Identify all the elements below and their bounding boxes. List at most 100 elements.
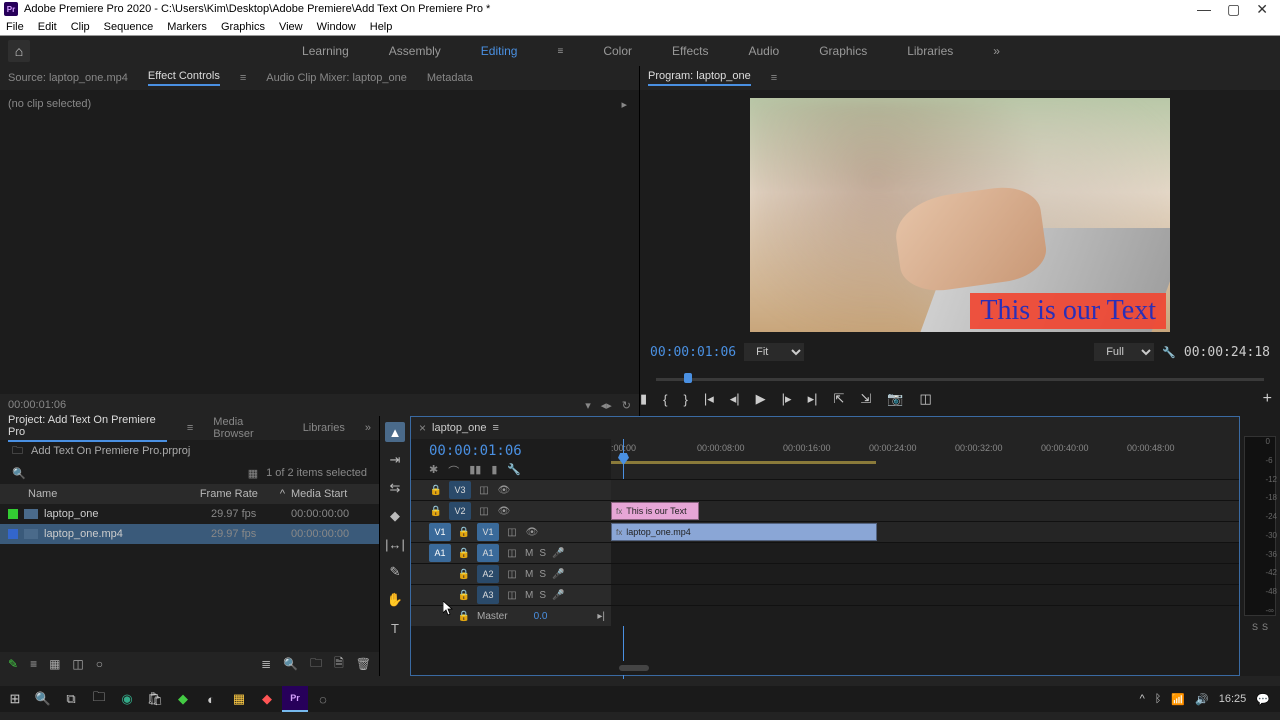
menu-sequence[interactable]: Sequence [104,21,154,33]
project-item[interactable]: laptop_one.mp4 29.97 fps 00:00:00:00 [0,524,379,544]
lock-icon[interactable]: 🔒 [429,485,443,496]
sync-lock-icon[interactable]: ◫ [505,569,519,580]
source-patch[interactable]: V1 [429,523,451,541]
edge-icon[interactable]: ◉ [114,686,140,712]
track-a1[interactable]: A1🔒A1◫MS🎤 [411,542,1239,563]
program-timecode-current[interactable]: 00:00:01:06 [650,345,736,360]
snap-icon[interactable]: ✱ [429,463,438,479]
voiceover-icon[interactable]: 🎤 [552,590,564,601]
app-icon[interactable]: ◌ [310,686,336,712]
lock-icon[interactable]: 🔒 [457,611,471,622]
menu-window[interactable]: Window [317,21,356,33]
panel-menu-icon[interactable]: ≡ [771,72,777,84]
marker-icon[interactable]: ▮▮ [469,463,481,479]
sync-lock-icon[interactable]: ◫ [477,506,491,517]
explorer-icon[interactable]: 🗀 [86,686,112,712]
ripple-tool[interactable]: ⇆ [385,478,405,498]
loop-icon[interactable]: ↻ [622,399,631,412]
app-icon[interactable]: ▦ [226,686,252,712]
toggle-output-icon[interactable]: 👁 [497,485,511,496]
panel-menu-icon[interactable]: ≡ [240,72,246,84]
track-v3[interactable]: 🔒 V3 ◫ 👁 [411,479,1239,500]
workspace-menu-icon[interactable]: ≡ [557,46,563,57]
workspace-editing[interactable]: Editing [481,44,518,58]
razor-tool[interactable]: ◆ [385,506,405,526]
tray-notifications-icon[interactable]: 💬 [1256,693,1270,706]
find-icon[interactable]: 🔍 [283,657,298,671]
brave-icon[interactable]: ◆ [254,686,280,712]
tab-audio-mixer[interactable]: Audio Clip Mixer: laptop_one [266,72,407,84]
in-point-icon[interactable]: { [663,392,667,407]
go-to-out-icon[interactable]: ▸| [808,391,818,407]
type-tool[interactable]: T [385,618,405,638]
bin-view-icon[interactable]: ▦ [248,467,258,480]
workspace-learning[interactable]: Learning [302,44,349,58]
extract-icon[interactable]: ⇲ [860,391,871,407]
solo-button[interactable]: S [539,569,546,580]
close-button[interactable]: ✕ [1256,1,1268,18]
menu-clip[interactable]: Clip [71,21,90,33]
filter-icon[interactable]: ▾ [585,399,591,412]
selection-tool[interactable]: ▲ [385,422,405,442]
store-icon[interactable]: 🛍 [142,686,168,712]
toggle-output-icon[interactable]: 👁 [525,527,539,538]
sync-lock-icon[interactable]: ◫ [477,485,491,496]
menu-edit[interactable]: Edit [38,21,57,33]
search-icon[interactable]: 🔍 [12,467,26,480]
zoom-fit-select[interactable]: Fit [744,343,804,361]
linked-selection-icon[interactable]: ⌒ [448,463,459,479]
col-name[interactable]: Name [8,488,200,500]
sync-lock-icon[interactable]: ◫ [505,548,519,559]
minimize-button[interactable]: — [1197,1,1211,18]
play-button[interactable]: ▶ [756,391,766,407]
track-target[interactable]: A1 [477,544,499,562]
tray-wifi-icon[interactable]: 📶 [1171,693,1185,706]
marker-icon[interactable]: ▮ [640,391,647,407]
track-target[interactable]: V3 [449,481,471,499]
track-v2[interactable]: 🔒V2◫👁 fxThis is our Text [411,500,1239,521]
workspace-audio[interactable]: Audio [748,44,779,58]
track-a3[interactable]: 🔒A3◫MS🎤 [411,584,1239,605]
premiere-taskbar-icon[interactable]: Pr [282,686,308,712]
tray-volume-icon[interactable]: 🔊 [1195,693,1209,706]
col-media-start[interactable]: Media Start [291,488,371,500]
hand-tool[interactable]: ✋ [385,590,405,610]
solo-button[interactable]: S [539,590,546,601]
workspace-graphics[interactable]: Graphics [819,44,867,58]
program-scrub-bar[interactable] [640,372,1280,386]
tab-media-browser[interactable]: Media Browser [213,416,282,440]
home-button[interactable]: ⌂ [8,40,30,62]
tab-program[interactable]: Program: laptop_one [648,70,751,86]
freeform-view-icon[interactable]: ◫ [72,657,83,671]
track-master[interactable]: 🔒Master0.0▸| [411,605,1239,626]
settings-icon[interactable]: 🔧 [1162,346,1176,359]
track-target[interactable]: V2 [449,502,471,520]
tray-chevron-icon[interactable]: ^ [1140,693,1145,705]
sync-lock-icon[interactable]: ◫ [505,590,519,601]
close-sequence-icon[interactable]: × [419,421,426,435]
track-target[interactable]: A2 [477,565,499,583]
mute-button[interactable]: M [525,590,533,601]
workspace-overflow-icon[interactable]: » [993,44,1000,58]
workspace-color[interactable]: Color [603,44,632,58]
search-button[interactable]: 🔍 [30,686,56,712]
app-icon[interactable]: ◆ [170,686,196,712]
go-to-in-icon[interactable]: |◂ [704,391,714,407]
zoom-slider[interactable]: ○ [96,657,103,671]
track-v1[interactable]: V1🔒V1◫👁 fxlaptop_one.mp4 [411,521,1239,542]
timeline-clip-text[interactable]: fxThis is our Text [611,502,699,520]
menu-file[interactable]: File [6,21,24,33]
solo-button[interactable]: S [539,548,546,559]
lock-icon[interactable]: 🔒 [457,527,471,538]
pen-tool[interactable]: ✎ [385,562,405,582]
panel-overflow-icon[interactable]: » [365,422,371,434]
task-view-button[interactable]: ⧉ [58,686,84,712]
play-only-icon[interactable]: ▸ [621,98,627,111]
menu-graphics[interactable]: Graphics [221,21,265,33]
label-swatch[interactable] [8,509,18,519]
comparison-icon[interactable]: ◫ [919,391,931,407]
maximize-button[interactable]: ▢ [1227,1,1240,18]
source-timecode[interactable]: 00:00:01:06 [8,399,585,411]
project-columns-header[interactable]: Name Frame Rate ^ Media Start [0,484,379,504]
lift-icon[interactable]: ⇱ [833,391,844,407]
